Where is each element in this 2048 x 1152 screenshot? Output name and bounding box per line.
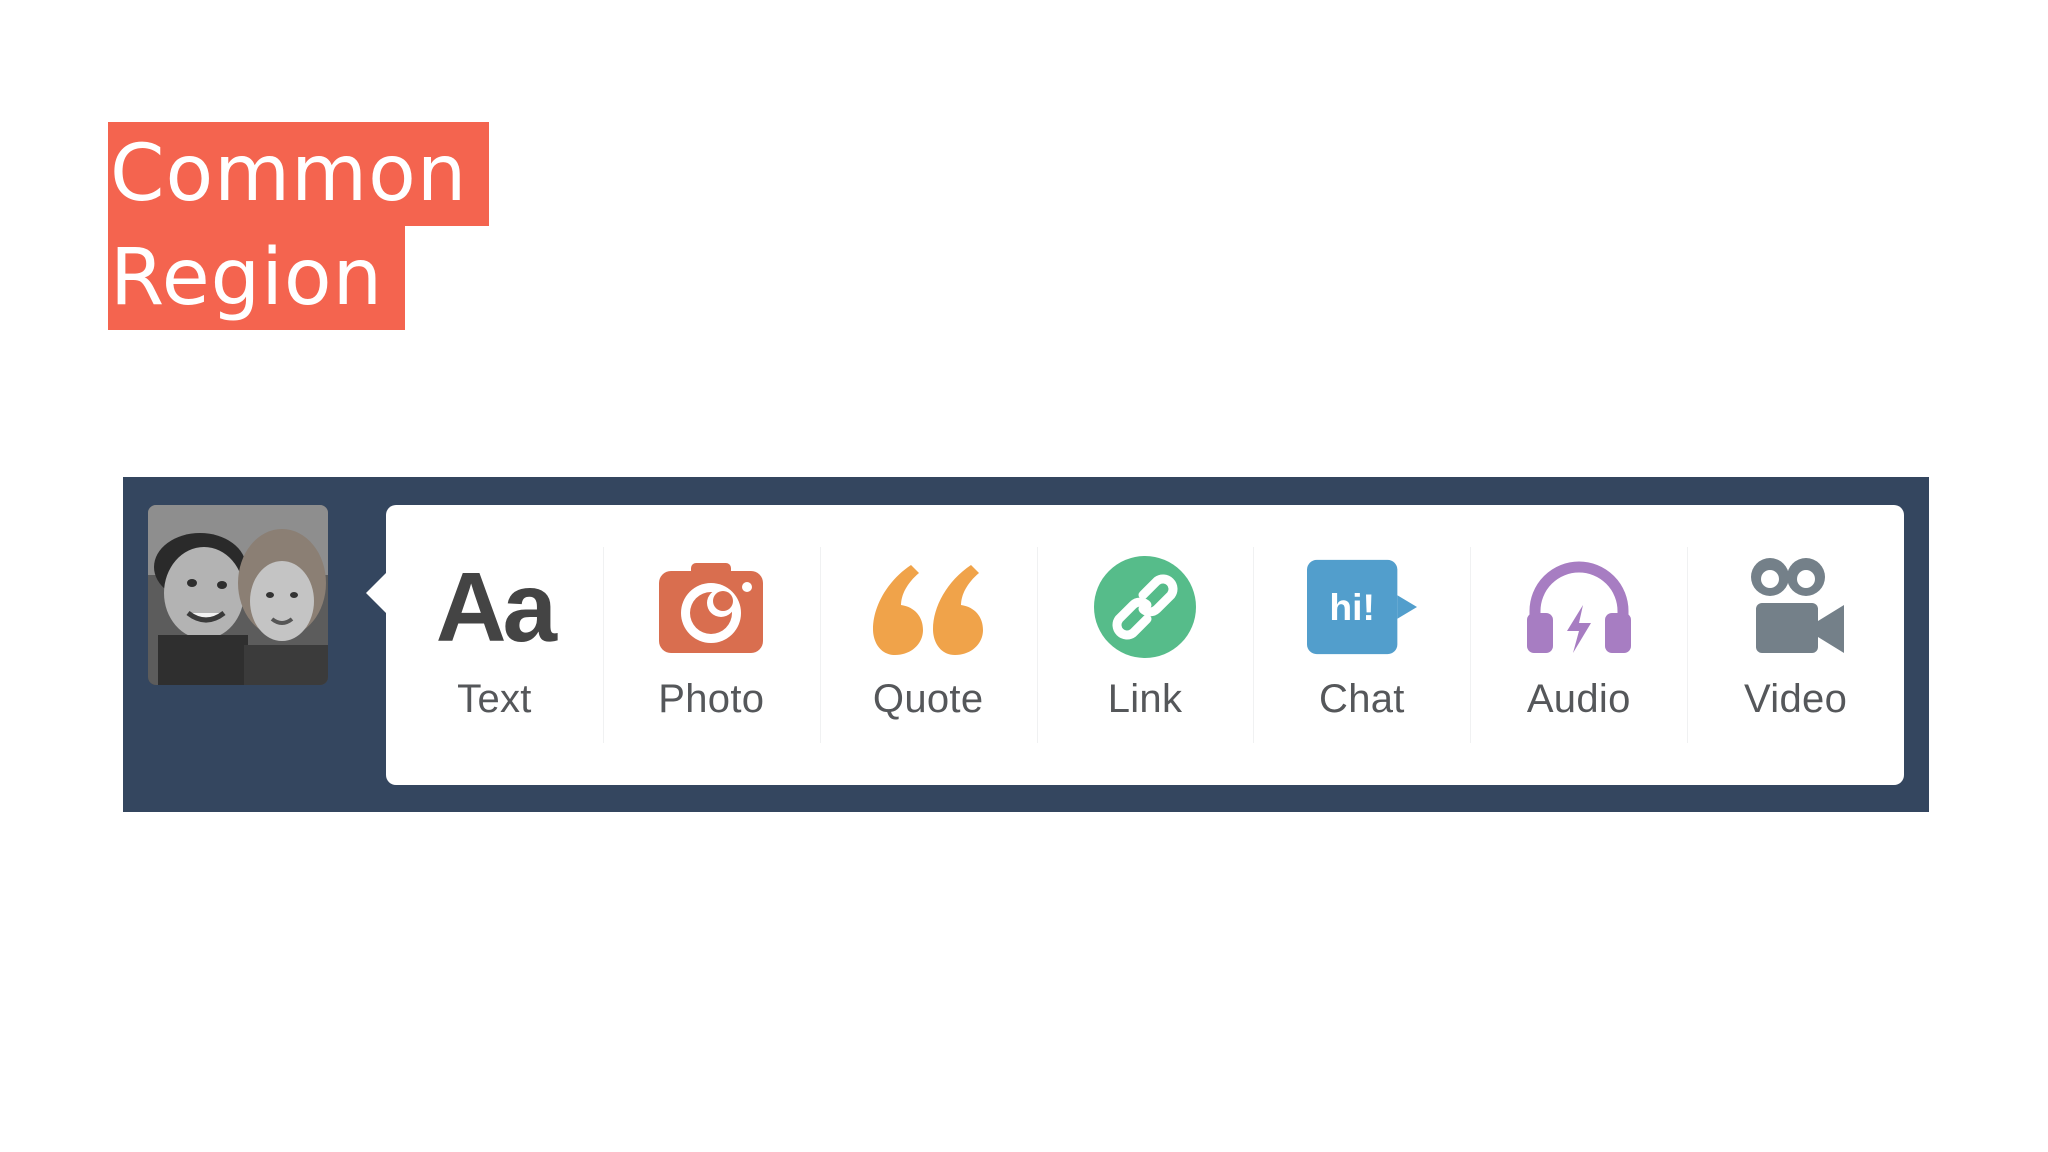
slide-title-line-2: Region: [108, 226, 406, 330]
quote-icon: [873, 557, 984, 657]
post-type-panel: Aa Text Photo Quote Link hi! Chat Audio …: [366, 505, 1904, 785]
post-type-video[interactable]: Video: [1687, 505, 1904, 785]
headphones-icon: [1524, 557, 1634, 657]
slide-title-line-1: Common: [108, 122, 490, 226]
avatar-photo-icon: [148, 505, 328, 685]
post-type-audio[interactable]: Audio: [1470, 505, 1687, 785]
text-aa-icon: Aa: [435, 552, 557, 662]
post-type-label: Link: [1107, 677, 1183, 721]
camera-icon: [656, 557, 766, 657]
post-type-label: Chat: [1319, 677, 1405, 721]
post-type-label: Audio: [1526, 677, 1631, 721]
post-type-label: Photo: [658, 677, 765, 721]
post-type-label: Video: [1744, 677, 1848, 721]
video-camera-icon: [1741, 557, 1851, 657]
link-icon: [1090, 556, 1200, 658]
post-type-photo[interactable]: Photo: [602, 505, 820, 785]
user-avatar[interactable]: [148, 505, 328, 685]
post-type-quote[interactable]: Quote: [819, 505, 1037, 785]
chat-bubble-icon: hi!: [1306, 557, 1417, 657]
post-type-label: Quote: [872, 677, 984, 721]
post-type-chat[interactable]: hi! Chat: [1253, 505, 1470, 785]
post-type-link[interactable]: Link: [1036, 505, 1254, 785]
svg-text:hi!: hi!: [1329, 586, 1375, 628]
post-type-label: Text: [457, 677, 532, 721]
slide-title: Common Region: [108, 122, 490, 330]
post-type-text[interactable]: Aa Text: [386, 505, 603, 785]
dashboard-post-bar: Aa Text Photo Quote Link hi! Chat Audio …: [123, 477, 1929, 812]
